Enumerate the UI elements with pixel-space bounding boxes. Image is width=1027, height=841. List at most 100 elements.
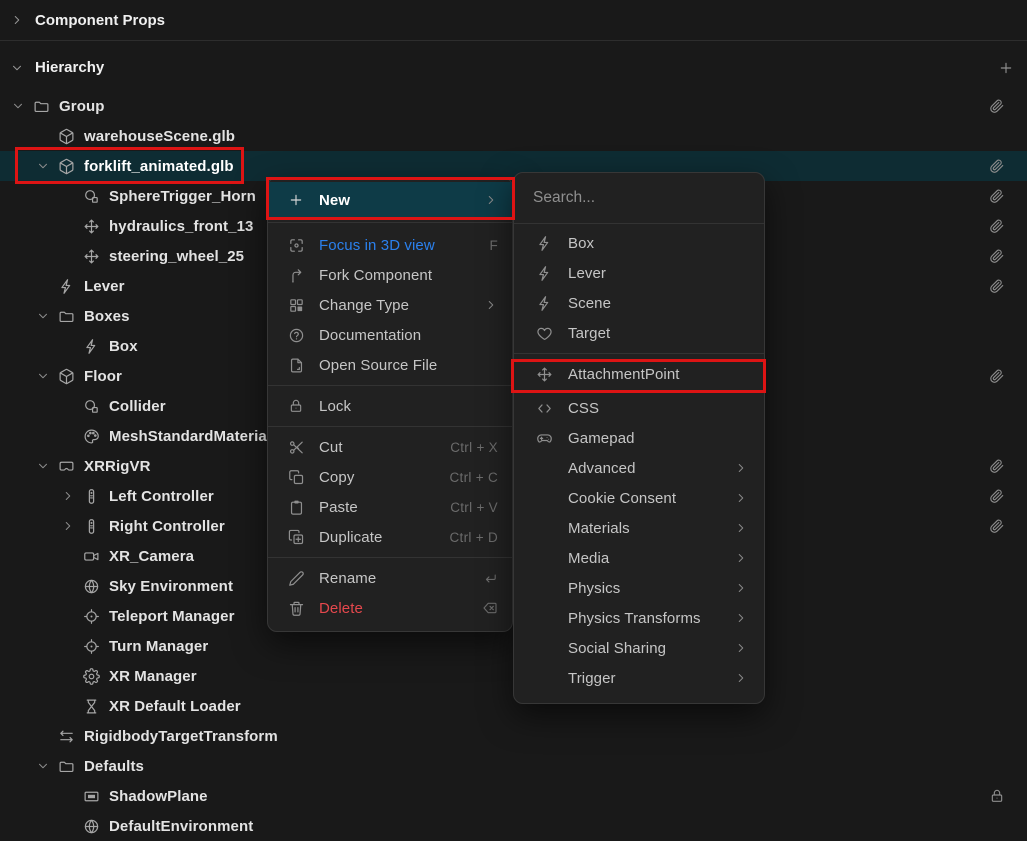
menu-item-cookie-consent[interactable]: Cookie Consent [514,483,764,513]
tree-row-label: Right Controller [109,518,225,535]
menu-item-label: Fork Component [319,267,432,284]
paperclip-icon[interactable] [989,458,1005,474]
menu-item-label: Duplicate [319,529,382,546]
component-props-title: Component Props [35,12,165,29]
menu-divider [268,557,512,558]
tree-row-label: Floor [84,368,122,385]
zap-icon [83,338,100,355]
tree-row-warehousescene-glb[interactable]: warehouseScene.glb [0,121,1027,151]
menu-item-focus-in-3d-view[interactable]: Focus in 3D view F [268,230,512,260]
menu-item-advanced[interactable]: Advanced [514,453,764,483]
new-object-submenu: Box Lever Scene Target AttachmentPoint C… [513,172,765,704]
chevron-right-icon [484,193,498,207]
menu-item-label: Advanced [568,460,636,477]
menu-item-label: Copy [319,469,354,486]
component-props-header[interactable]: Component Props [0,0,1027,41]
chevron-right-icon [734,461,748,475]
paperclip-icon[interactable] [989,518,1005,534]
menu-item-media[interactable]: Media [514,543,764,573]
paperclip-icon[interactable] [989,158,1005,174]
zap-icon [535,295,553,312]
menu-item-fork-component[interactable]: Fork Component [268,260,512,290]
menu-item-label: Cut [319,439,343,456]
paperclip-icon[interactable] [989,218,1005,234]
pencil-icon [287,570,305,587]
chevron-right-icon[interactable] [58,489,83,503]
menu-item-delete[interactable]: Delete [268,593,512,623]
menu-item-label: AttachmentPoint [568,366,680,383]
menu-item-trigger[interactable]: Trigger [514,663,764,693]
paperclip-icon[interactable] [989,488,1005,504]
tree-row-defaultenvironment[interactable]: DefaultEnvironment [0,811,1027,841]
cube-icon [58,128,75,145]
menu-item-label: Physics Transforms [568,610,701,627]
menu-item-physics[interactable]: Physics [514,573,764,603]
tree-row-label: MeshStandardMaterial [109,428,271,445]
search-input[interactable] [533,189,745,207]
tree-row-label: Lever [84,278,125,295]
folder-icon [58,758,75,775]
move-icon [535,366,553,383]
chevron-down-icon[interactable] [33,309,58,323]
menu-item-cut[interactable]: Cut Ctrl + X [268,432,512,462]
chevron-right-icon[interactable] [58,519,83,533]
zap-icon [58,278,75,295]
paperclip-icon[interactable] [989,368,1005,384]
tree-row-label: Boxes [84,308,130,325]
menu-item-scene[interactable]: Scene [514,288,764,318]
menu-item-label: Focus in 3D view [319,237,435,254]
menu-item-duplicate[interactable]: Duplicate Ctrl + D [268,522,512,552]
hierarchy-header[interactable]: Hierarchy [0,49,1027,86]
menu-item-target[interactable]: Target [514,318,764,348]
menu-item-attachmentpoint[interactable]: AttachmentPoint [514,359,764,389]
menu-item-documentation[interactable]: Documentation [268,320,512,350]
chevron-down-icon[interactable] [33,369,58,383]
paperclip-icon[interactable] [989,188,1005,204]
lock-icon[interactable] [989,788,1005,804]
tree-row-label: Collider [109,398,166,415]
move-icon [83,248,100,265]
menu-item-label: Lock [319,398,351,415]
code-icon [535,400,553,417]
menu-item-paste[interactable]: Paste Ctrl + V [268,492,512,522]
menu-divider [268,222,512,223]
menu-item-copy[interactable]: Copy Ctrl + C [268,462,512,492]
menu-divider [268,426,512,427]
chevron-right-icon [10,13,24,27]
controller-icon [83,518,100,535]
menu-item-rename[interactable]: Rename [268,563,512,593]
sphere-icon [83,188,100,205]
tree-row-rigidbodytargettransform[interactable]: RigidbodyTargetTransform [0,721,1027,751]
menu-item-box[interactable]: Box [514,228,764,258]
zap-icon [535,235,553,252]
paperclip-icon[interactable] [989,278,1005,294]
chevron-down-icon[interactable] [33,459,58,473]
menu-item-new[interactable]: New [268,182,512,218]
tree-row-label: XR_Camera [109,548,194,565]
menu-item-physics-transforms[interactable]: Physics Transforms [514,603,764,633]
menu-item-lever[interactable]: Lever [514,258,764,288]
paperclip-icon[interactable] [989,248,1005,264]
paperclip-icon[interactable] [989,98,1005,114]
menu-item-gamepad[interactable]: Gamepad [514,423,764,453]
menu-item-lock[interactable]: Lock [268,391,512,421]
menu-item-label: Rename [319,570,376,587]
tree-row-shadowplane[interactable]: ShadowPlane [0,781,1027,811]
menu-item-open-source-file[interactable]: Open Source File [268,350,512,380]
chevron-right-icon [734,551,748,565]
menu-item-materials[interactable]: Materials [514,513,764,543]
add-object-button[interactable] [995,57,1017,79]
menu-item-css[interactable]: CSS [514,393,764,423]
tree-row-label: Sky Environment [109,578,233,595]
folder-icon [58,308,75,325]
tree-row-label: Turn Manager [109,638,208,655]
chevron-down-icon[interactable] [8,99,33,113]
tree-row-group[interactable]: Group [0,91,1027,121]
menu-item-social-sharing[interactable]: Social Sharing [514,633,764,663]
menu-item-label: Open Source File [319,357,437,374]
chevron-down-icon[interactable] [33,159,58,173]
menu-item-label: Box [568,235,594,252]
chevron-down-icon[interactable] [33,759,58,773]
menu-item-change-type[interactable]: Change Type [268,290,512,320]
tree-row-defaults[interactable]: Defaults [0,751,1027,781]
